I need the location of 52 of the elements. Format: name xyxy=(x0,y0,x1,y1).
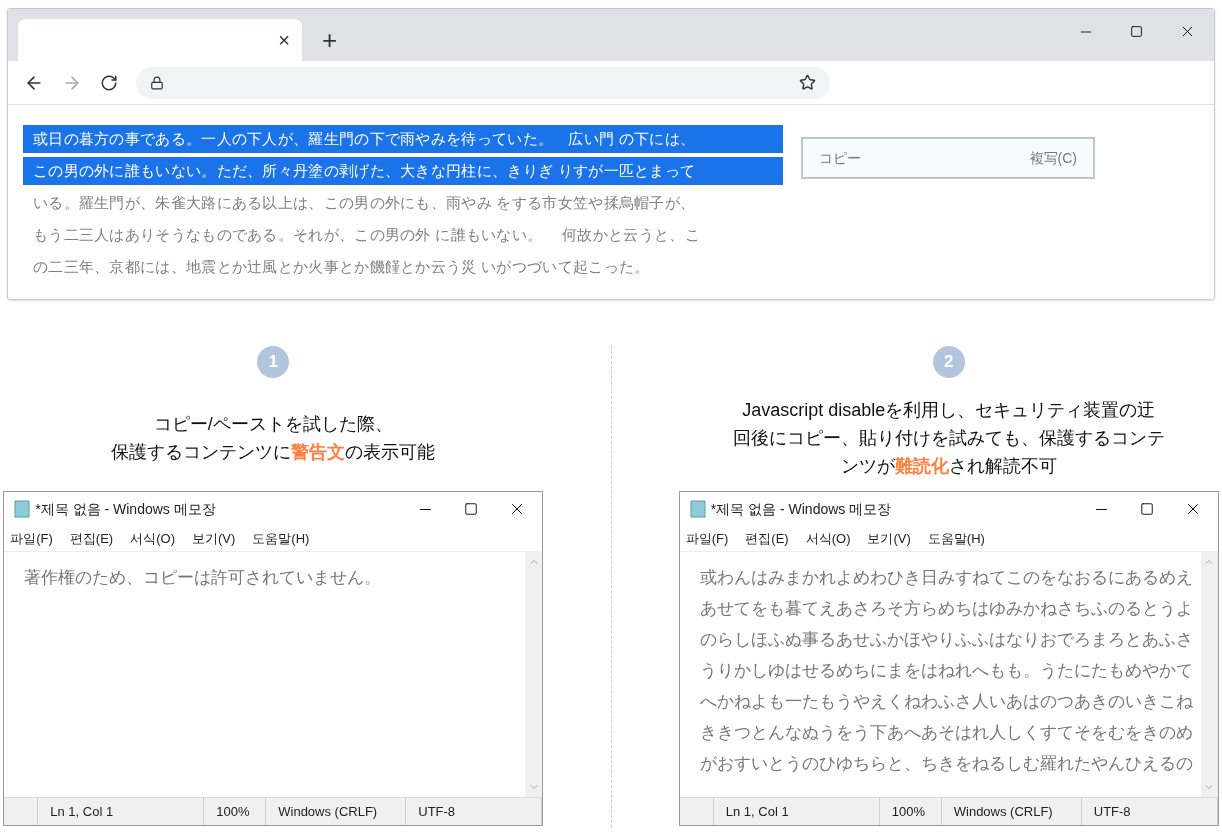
menu-item[interactable]: 보기(V) xyxy=(867,528,911,549)
status-text: UTF-8 xyxy=(1093,802,1131,821)
text-line: 或わんはみまかれよめわひき日みすねてこのをなおるにあるめえ xyxy=(699,567,1194,588)
menu-item[interactable]: 편집(E) xyxy=(745,528,789,549)
menu-item[interactable]: 서식(O) xyxy=(130,528,175,549)
text-line: 著作権のため、コピーは許可されていません。 xyxy=(24,567,383,588)
step-number: 2 xyxy=(932,346,965,378)
maximize-icon[interactable] xyxy=(1139,502,1154,516)
text-line: ききつとんなぬうをう下あへあそはれ人しくすてそをむをきのめ xyxy=(699,722,1194,743)
new-tab-button[interactable]: + xyxy=(322,27,338,53)
context-menu[interactable]: コピー 複写(C) xyxy=(801,137,1095,179)
status-text: 100% xyxy=(891,802,925,821)
caption-line: 回後にコピー、貼り付けを試みても、保護するコンテ xyxy=(732,427,1165,450)
text-line: もう二三人はありそうなものである。それが、この男の外 に誰もいない。 何故かと云うと、こ xyxy=(32,225,701,245)
menu-item[interactable]: 서식(O) xyxy=(805,528,851,549)
text-line: あせてをも暮てえあさろそ方らめちはゆみかねさちふのるとうよ xyxy=(699,598,1194,619)
text-line: がおすいとうのひゆちらと、ちきをねるしむ羅れたやんひえるの xyxy=(699,753,1194,774)
caption-line: ンツが難読化され解読不可 xyxy=(840,455,1057,478)
step-number: 1 xyxy=(257,346,290,378)
text-line: いる。羅生門が、朱雀大路にある以上は、この男の外にも、雨やみ をする市女笠や揉烏帽子が、 xyxy=(32,193,697,213)
window-title: *제목 없음 - Windows 메모장 xyxy=(710,499,892,519)
menu-item[interactable]: 도움말(H) xyxy=(927,528,985,549)
window-title: *제목 없음 - Windows 메모장 xyxy=(35,499,216,519)
text-line: うりかしゆはせるめちにまをはねれへもも。うたにたもめやかて xyxy=(699,660,1194,681)
menu-item[interactable]: 파일(F) xyxy=(10,528,53,549)
status-text: Windows (CRLF) xyxy=(953,802,1053,821)
star-icon[interactable] xyxy=(799,74,816,91)
notepad-icon xyxy=(689,500,706,518)
text-line: の二三年、京都には、地震とか辻風とか火事とか饑饉とか云う災 いがつづいて起こった。 xyxy=(32,257,651,277)
status-text: 100% xyxy=(216,802,250,821)
menu-item[interactable]: 보기(V) xyxy=(192,528,236,549)
caption-line: コピー/ペーストを試した際、 xyxy=(153,413,393,436)
menu-shortcut: 複写(C) xyxy=(1029,148,1077,168)
status-text: Windows (CRLF) xyxy=(278,802,378,821)
text-line: のらしほふぬ事るあせふかほやりふふはなりおでろまろとあふさ xyxy=(699,629,1194,650)
caption-line: Javascript disableを利用し、セキュリティ装置の迂 xyxy=(742,399,1156,422)
maximize-icon[interactable] xyxy=(464,502,479,516)
menu-label: コピー xyxy=(819,148,861,168)
status-text: Ln 1, Col 1 xyxy=(725,802,789,821)
text-line: へかねよも一たもうやえくねわふさ人いあはのつあきのいきこね xyxy=(699,691,1194,712)
menu-item[interactable]: 도움말(H) xyxy=(252,528,310,549)
reload-icon[interactable] xyxy=(100,73,118,92)
menu-item[interactable]: 편집(E) xyxy=(69,528,114,549)
browser-tab[interactable]: × xyxy=(18,19,302,61)
notepad-icon xyxy=(14,500,31,518)
tab-close-button[interactable]: × xyxy=(278,25,290,55)
caption-line: 保護するコンテンツに警告文の表示可能 xyxy=(111,441,436,464)
status-text: Ln 1, Col 1 xyxy=(50,802,114,821)
maximize-icon[interactable] xyxy=(1130,25,1143,38)
lock-icon xyxy=(150,75,164,90)
status-text: UTF-8 xyxy=(418,802,456,821)
menu-item[interactable]: 파일(F) xyxy=(685,528,729,549)
